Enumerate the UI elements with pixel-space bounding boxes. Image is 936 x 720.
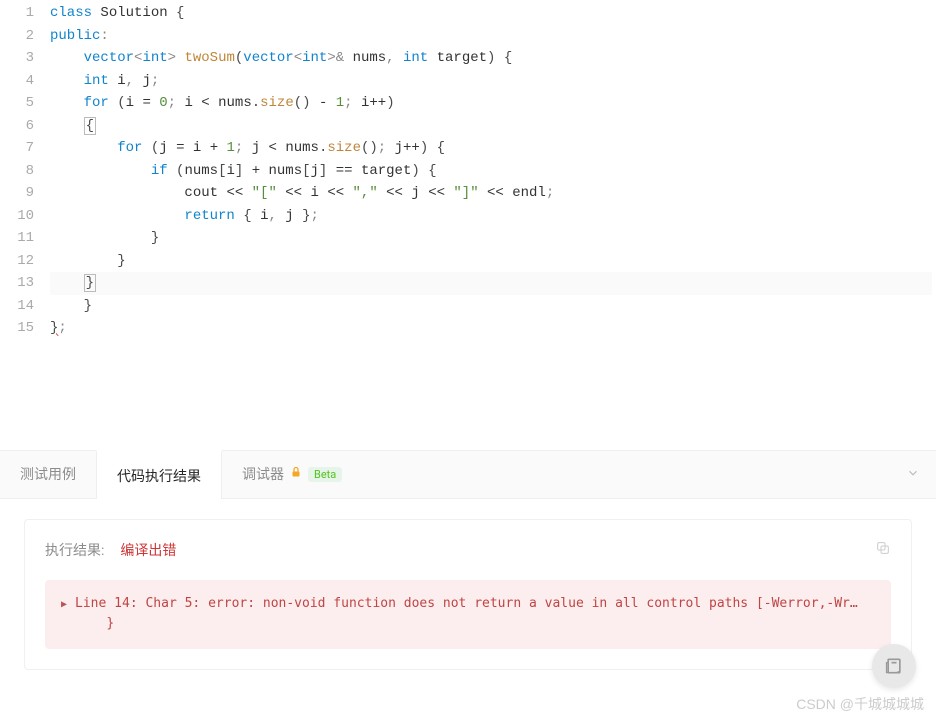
- line-number: 7: [0, 137, 34, 160]
- chevron-down-icon[interactable]: [906, 465, 920, 484]
- result-status: 编译出错: [120, 540, 176, 560]
- code-line[interactable]: {: [50, 115, 936, 138]
- code-line[interactable]: }: [50, 227, 936, 250]
- copy-icon[interactable]: [875, 540, 891, 560]
- error-text: Line 14: Char 5: error: non-void functio…: [75, 594, 875, 636]
- tab-label: 测试用例: [20, 464, 76, 484]
- line-number-gutter: 123456789101112131415: [0, 2, 50, 340]
- tab-调试器[interactable]: 调试器 Beta: [222, 450, 362, 498]
- error-message-box: ▶ Line 14: Char 5: error: non-void funct…: [45, 580, 891, 650]
- line-number: 11: [0, 227, 34, 250]
- line-number: 10: [0, 205, 34, 228]
- code-line[interactable]: cout << "[" << i << "," << j << "]" << e…: [50, 182, 936, 205]
- code-line[interactable]: int i, j;: [50, 70, 936, 93]
- code-line[interactable]: if (nums[i] + nums[j] == target) {: [50, 160, 936, 183]
- code-content[interactable]: class Solution {public: vector<int> twoS…: [50, 2, 936, 340]
- code-line[interactable]: }: [50, 295, 936, 318]
- result-label: 执行结果:: [45, 540, 104, 560]
- results-tabs: 测试用例 代码执行结果 调试器 Beta: [0, 451, 936, 499]
- line-number: 5: [0, 92, 34, 115]
- code-editor[interactable]: 123456789101112131415 class Solution {pu…: [0, 0, 936, 340]
- result-panel: 执行结果: 编译出错 ▶ Line 14: Char 5: error: non…: [0, 499, 936, 691]
- watermark: CSDN @千城城城城: [796, 694, 924, 714]
- code-line[interactable]: public:: [50, 25, 936, 48]
- tab-label: 代码执行结果: [117, 466, 201, 486]
- code-line[interactable]: for (i = 0; i < nums.size() - 1; i++): [50, 92, 936, 115]
- tab-label: 调试器: [242, 464, 284, 484]
- code-line[interactable]: vector<int> twoSum(vector<int>& nums, in…: [50, 47, 936, 70]
- line-number: 4: [0, 70, 34, 93]
- code-line[interactable]: }: [50, 272, 932, 295]
- line-number: 8: [0, 160, 34, 183]
- line-number: 12: [0, 250, 34, 273]
- code-line[interactable]: }: [50, 250, 936, 273]
- line-number: 14: [0, 295, 34, 318]
- line-number: 2: [0, 25, 34, 48]
- line-number: 13: [0, 272, 34, 295]
- beta-badge: Beta: [308, 467, 342, 482]
- code-line[interactable]: class Solution {: [50, 2, 936, 25]
- tab-测试用例[interactable]: 测试用例: [0, 450, 96, 498]
- disclosure-triangle-icon[interactable]: ▶: [61, 597, 67, 636]
- lock-icon: [290, 465, 302, 483]
- line-number: 15: [0, 317, 34, 340]
- code-line[interactable]: for (j = i + 1; j < nums.size(); j++) {: [50, 137, 936, 160]
- tab-代码执行结果[interactable]: 代码执行结果: [96, 450, 222, 499]
- result-box: 执行结果: 编译出错 ▶ Line 14: Char 5: error: non…: [24, 519, 912, 671]
- toolkit-button[interactable]: [872, 644, 916, 688]
- line-number: 6: [0, 115, 34, 138]
- line-number: 3: [0, 47, 34, 70]
- line-number: 9: [0, 182, 34, 205]
- code-line[interactable]: };: [50, 317, 936, 340]
- line-number: 1: [0, 2, 34, 25]
- code-line[interactable]: return { i, j };: [50, 205, 936, 228]
